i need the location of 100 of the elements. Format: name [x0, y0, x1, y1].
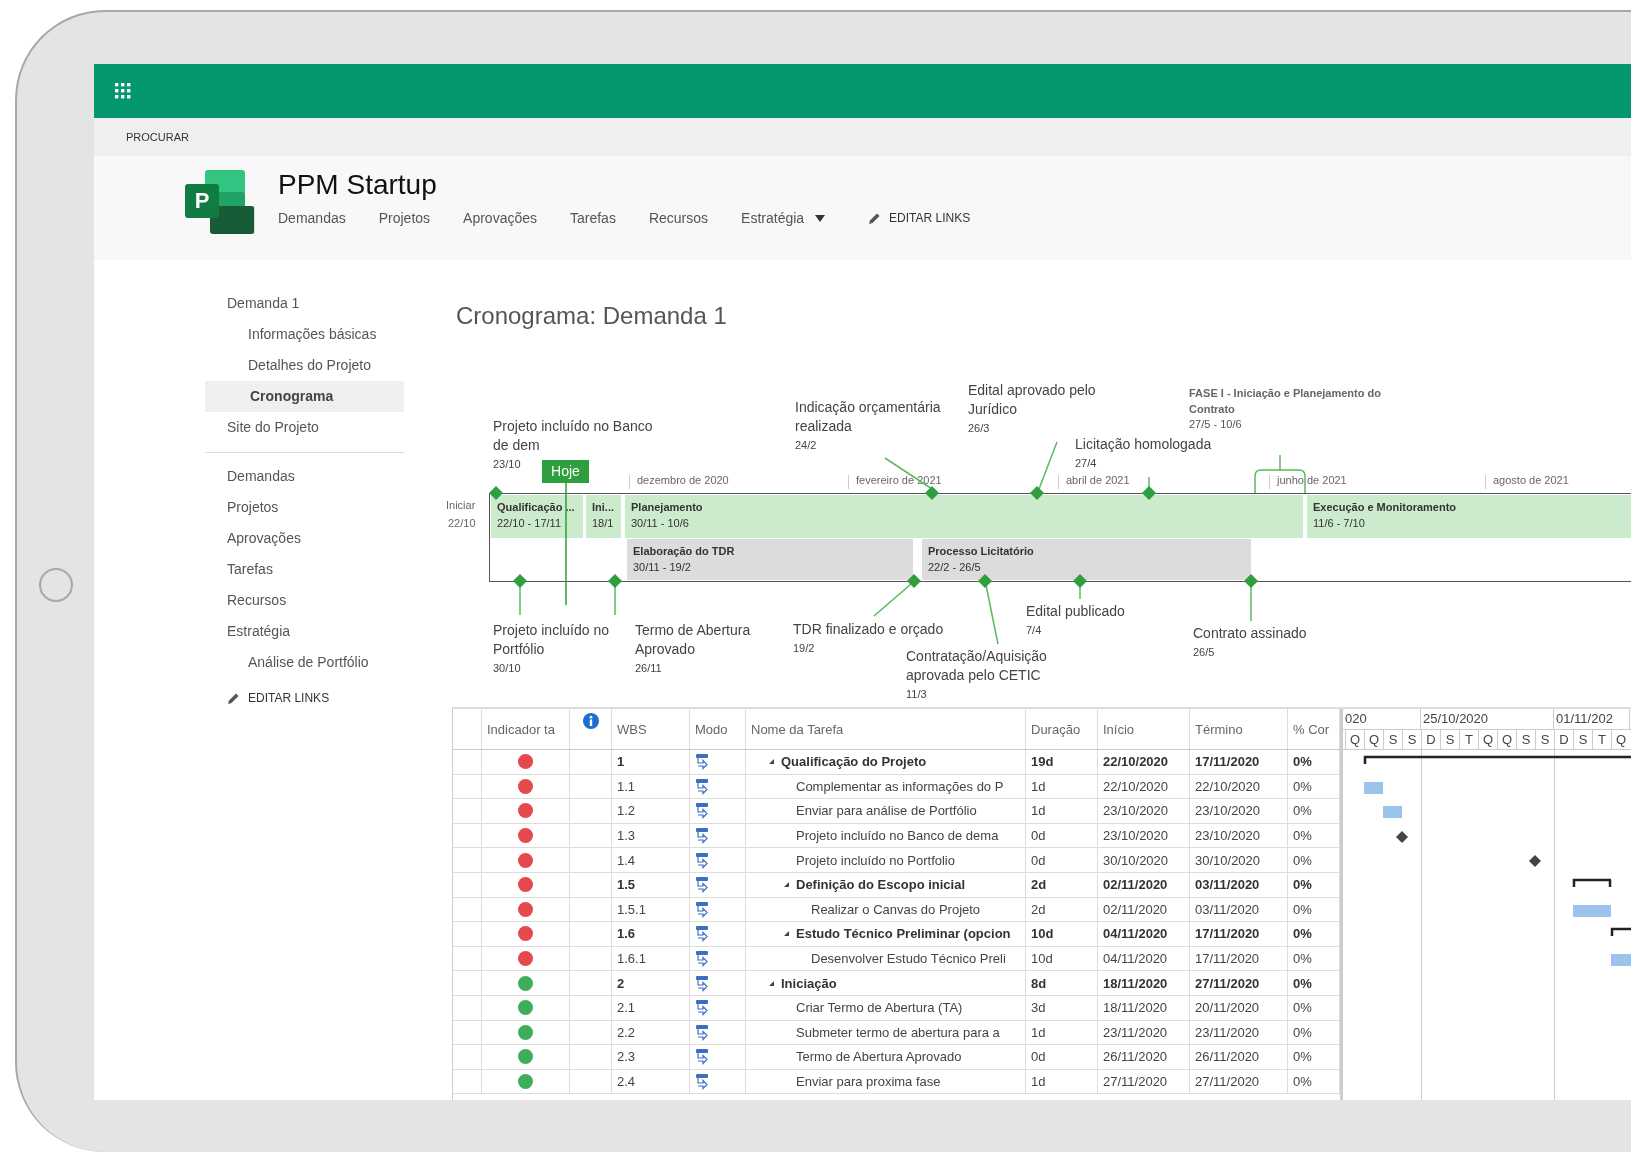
edit-links-link[interactable]: EDITAR LINKS	[889, 211, 971, 225]
sidebar-link[interactable]: Projetos	[205, 492, 404, 523]
column-header[interactable]: Duração	[1026, 709, 1098, 749]
app-launcher-icon[interactable]	[115, 83, 131, 99]
milestone-marker[interactable]	[1142, 486, 1156, 500]
leader-line	[1250, 584, 1252, 622]
table-cell: 23/11/2020	[1098, 1020, 1190, 1045]
table-cell: 1.5	[612, 872, 690, 897]
pencil-icon	[868, 211, 882, 225]
page-title: Cronograma: Demanda 1	[456, 301, 728, 331]
phase-bar[interactable]: Planejamento 30/11 - 10/6	[625, 495, 1303, 538]
collapse-triangle-icon[interactable]	[768, 758, 775, 766]
milestone-label: Termo de Abertura Aprovado	[635, 621, 752, 659]
leader-line	[1079, 584, 1081, 600]
column-header[interactable]: Nome da Tarefa	[746, 709, 1026, 749]
sidebar-link[interactable]: Demandas	[205, 461, 404, 492]
task-bar[interactable]: Elaboração do TDR 30/11 - 19/2	[627, 539, 913, 580]
collapse-triangle-icon[interactable]	[768, 979, 775, 987]
leader-line	[519, 584, 521, 616]
day-header: Q	[1364, 730, 1383, 749]
sidebar-link[interactable]: Cronograma	[205, 381, 404, 412]
sidebar-link[interactable]: Informações básicas	[205, 319, 404, 350]
nav-link[interactable]: Estratégia	[741, 210, 826, 226]
nav-link[interactable]: Tarefas	[570, 210, 616, 226]
phase-bar[interactable]: Execução e Monitoramento 11/6 - 7/10	[1307, 495, 1631, 538]
sidebar-link[interactable]: Recursos	[205, 585, 404, 616]
milestone-label: Contrato assinado	[1193, 624, 1308, 643]
task-name: Termo de Abertura Aprovado	[796, 1049, 962, 1065]
milestone-marker[interactable]	[489, 486, 503, 500]
summary-bar[interactable]	[1610, 927, 1631, 937]
table-cell: 0d	[1026, 823, 1098, 848]
edit-links-link[interactable]: EDITAR LINKS	[248, 691, 330, 705]
nav-link[interactable]: Recursos	[648, 210, 709, 226]
milestone-label: Projeto incluído no Portfólio	[493, 621, 610, 659]
summary-bar[interactable]	[1363, 755, 1631, 764]
task-name: Processo Licitatório	[928, 545, 1035, 557]
milestone-marker[interactable]	[1073, 574, 1087, 588]
sidebar-link[interactable]: Site do Projeto	[205, 412, 404, 443]
table-cell: 17/11/2020	[1190, 750, 1288, 774]
task-bar[interactable]	[1364, 781, 1383, 794]
task-bar[interactable]	[1383, 806, 1402, 819]
task-bar[interactable]	[1611, 953, 1631, 966]
milestone-date: 11/3	[906, 688, 928, 700]
task-bar[interactable]	[1573, 904, 1611, 917]
search-link[interactable]: PROCURAR	[126, 131, 189, 143]
milestone-marker[interactable]	[1030, 486, 1044, 500]
today-label: Hoje	[542, 460, 589, 483]
collapse-triangle-icon[interactable]	[783, 881, 790, 889]
column-header[interactable]: Término	[1190, 709, 1288, 749]
column-header[interactable]: Indicador ta	[482, 709, 570, 749]
milestone-marker[interactable]	[925, 486, 939, 500]
task-name: Submeter termo de abertura para a	[796, 1024, 1000, 1040]
sidebar-link[interactable]: Demanda 1	[205, 288, 404, 319]
milestone-marker[interactable]	[1529, 855, 1541, 868]
milestone-marker[interactable]	[978, 574, 992, 588]
column-header[interactable]: Início	[1098, 709, 1190, 749]
table-cell: 10d	[1026, 922, 1098, 946]
table-cell: 22/10/2020	[1098, 750, 1190, 774]
table-cell: 17/11/2020	[1190, 946, 1288, 971]
sidebar-link[interactable]: Detalhes do Projeto	[205, 350, 404, 381]
table-cell: 26/11/2020	[1190, 1045, 1288, 1069]
collapse-triangle-icon[interactable]	[783, 930, 790, 938]
day-header: T	[1459, 730, 1478, 749]
phase-bar[interactable]: Ini... 18/1	[586, 495, 621, 538]
sidebar-link[interactable]: Aprovações	[205, 523, 404, 554]
column-header[interactable]: Modo	[690, 709, 746, 749]
milestone-marker[interactable]	[907, 574, 921, 588]
table-cell: 2.4	[612, 1069, 690, 1094]
milestone-marker[interactable]	[1244, 574, 1258, 588]
milestone-marker[interactable]	[608, 574, 622, 588]
splitter-handle[interactable]	[1340, 709, 1343, 1100]
nav-link[interactable]: Aprovações	[463, 210, 537, 226]
day-header: D	[1421, 730, 1440, 749]
task-name: Iniciação	[781, 975, 837, 991]
sidebar-link[interactable]: Estratégia	[205, 616, 404, 647]
column-header[interactable]: WBS	[612, 709, 690, 749]
site-title: PPM Startup	[278, 168, 438, 202]
home-button[interactable]	[39, 568, 73, 602]
task-name: Desenvolver Estudo Técnico Preli	[811, 951, 1006, 967]
summary-bar[interactable]	[1572, 878, 1613, 889]
sidebar-link[interactable]: Análise de Portfólio	[205, 647, 404, 678]
task-bar[interactable]: Processo Licitatório 22/2 - 26/5	[922, 539, 1251, 580]
nav-link[interactable]: Demandas	[278, 210, 346, 226]
table-cell: 22/10/2020	[1098, 774, 1190, 799]
pencil-icon	[227, 691, 240, 705]
day-header: Q	[1345, 730, 1364, 749]
task-name: Complementar as informações do P	[796, 778, 1004, 794]
milestone-marker[interactable]	[513, 574, 527, 588]
phase-name: Ini...	[592, 501, 615, 513]
table-cell: 1.6	[612, 922, 690, 946]
sidebar-link[interactable]: Tarefas	[205, 554, 404, 585]
table-cell: 23/10/2020	[1190, 823, 1288, 848]
month-label: agosto de 2021	[1493, 474, 1569, 486]
task-dates: 22/2 - 26/5	[928, 561, 982, 573]
day-header: S	[1535, 730, 1554, 749]
phase-bar[interactable]: Qualificação ... 22/10 - 17/11	[491, 495, 583, 538]
table-cell: 1.3	[612, 823, 690, 848]
milestone-marker[interactable]	[1396, 830, 1408, 843]
start-label: Iniciar	[446, 499, 476, 511]
nav-link[interactable]: Projetos	[378, 210, 431, 226]
